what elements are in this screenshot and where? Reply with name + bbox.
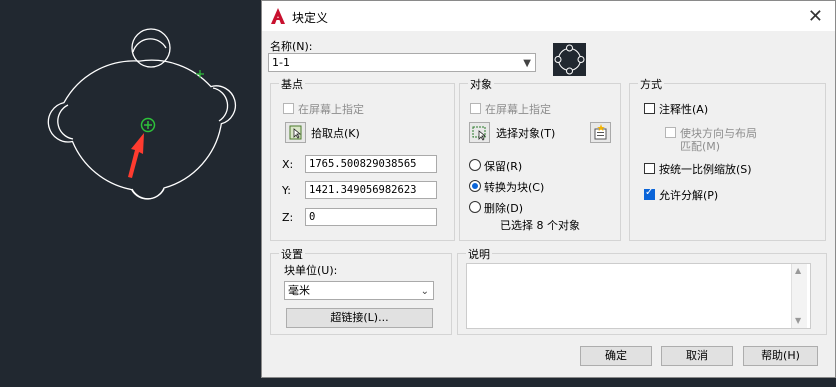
hyperlink-button[interactable]: 超链接(L)... xyxy=(286,308,433,328)
title-bar: 块定义 ✕ xyxy=(262,1,835,31)
pick-point-label[interactable]: 拾取点(K) xyxy=(311,125,360,141)
block-shape-drawing xyxy=(47,28,283,200)
scale-uniformly-label[interactable]: 按统一比例缩放(S) xyxy=(659,161,752,177)
description-title: 说明 xyxy=(466,246,492,262)
x-field[interactable]: 1765.500829038565 xyxy=(305,155,437,173)
help-button[interactable]: 帮助(H) xyxy=(743,346,818,366)
objects-title: 对象 xyxy=(468,76,494,92)
allow-exploding-label[interactable]: 允许分解(P) xyxy=(659,187,718,203)
y-field[interactable]: 1421.349056982623 xyxy=(305,181,437,199)
ok-button[interactable]: 确定 xyxy=(580,346,652,366)
objects-specify-label: 在屏幕上指定 xyxy=(485,103,551,116)
dialog-title: 块定义 xyxy=(292,11,329,25)
quick-select-button[interactable] xyxy=(590,122,611,143)
base-specify-checkbox[interactable] xyxy=(283,103,294,114)
match-orientation-checkbox[interactable] xyxy=(665,127,676,138)
retain-label[interactable]: 保留(R) xyxy=(484,158,522,174)
delete-radio[interactable] xyxy=(469,201,481,213)
base-specify-label: 在屏幕上指定 xyxy=(298,103,364,116)
block-unit-select[interactable]: 毫米 ⌄ xyxy=(284,281,434,300)
close-icon[interactable]: ✕ xyxy=(808,6,823,27)
annotative-checkbox[interactable] xyxy=(644,103,655,114)
drawing-canvas[interactable] xyxy=(0,0,283,384)
description-scrollbar[interactable]: ▲ ▼ xyxy=(791,264,807,328)
block-definition-dialog: 块定义 ✕ 名称(N): 1-1 ▼ 基点 在屏幕上指定 拾取点(K) X: 1… xyxy=(261,0,836,378)
y-label: Y: xyxy=(282,184,291,197)
selected-count: 已选择 8 个对象 xyxy=(500,219,580,232)
autocad-logo-icon xyxy=(271,8,285,24)
convert-to-block-radio[interactable] xyxy=(469,180,481,192)
red-arrow-icon xyxy=(128,133,144,178)
select-objects-icon xyxy=(472,126,487,141)
cancel-button[interactable]: 取消 xyxy=(661,346,733,366)
name-combobox[interactable]: 1-1 ▼ xyxy=(268,53,536,72)
name-value: 1-1 xyxy=(272,56,290,69)
block-preview xyxy=(553,43,586,76)
behavior-title: 方式 xyxy=(638,76,664,92)
convert-to-block-label[interactable]: 转换为块(C) xyxy=(484,179,544,195)
scroll-down-icon[interactable]: ▼ xyxy=(795,316,801,325)
pick-point-icon xyxy=(289,125,302,140)
chevron-down-icon[interactable]: ▼ xyxy=(523,56,531,71)
description-textarea[interactable] xyxy=(466,263,811,329)
x-label: X: xyxy=(282,158,294,171)
objects-specify-checkbox[interactable] xyxy=(470,103,481,114)
match-orientation-line2: 匹配(M) xyxy=(680,140,721,153)
retain-radio[interactable] xyxy=(469,159,481,171)
block-preview-icon xyxy=(554,44,585,75)
block-unit-label: 块单位(U): xyxy=(284,264,338,277)
chevron-down-icon[interactable]: ⌄ xyxy=(421,284,429,299)
pick-point-button[interactable] xyxy=(285,122,306,143)
z-field[interactable]: 0 xyxy=(305,208,437,226)
z-label: Z: xyxy=(282,211,294,224)
select-objects-label[interactable]: 选择对象(T) xyxy=(496,125,555,141)
scroll-up-icon[interactable]: ▲ xyxy=(795,266,801,275)
annotative-label[interactable]: 注释性(A) xyxy=(659,101,708,117)
quick-select-icon xyxy=(594,124,607,140)
allow-exploding-checkbox[interactable] xyxy=(644,187,655,200)
select-objects-button[interactable] xyxy=(469,122,490,143)
block-outline xyxy=(47,59,237,200)
name-label: 名称(N): xyxy=(270,40,313,53)
block-unit-value: 毫米 xyxy=(288,284,310,297)
scale-uniformly-checkbox[interactable] xyxy=(644,163,655,174)
base-point-title: 基点 xyxy=(279,76,305,92)
delete-label[interactable]: 删除(D) xyxy=(484,200,523,216)
settings-title: 设置 xyxy=(279,246,305,262)
